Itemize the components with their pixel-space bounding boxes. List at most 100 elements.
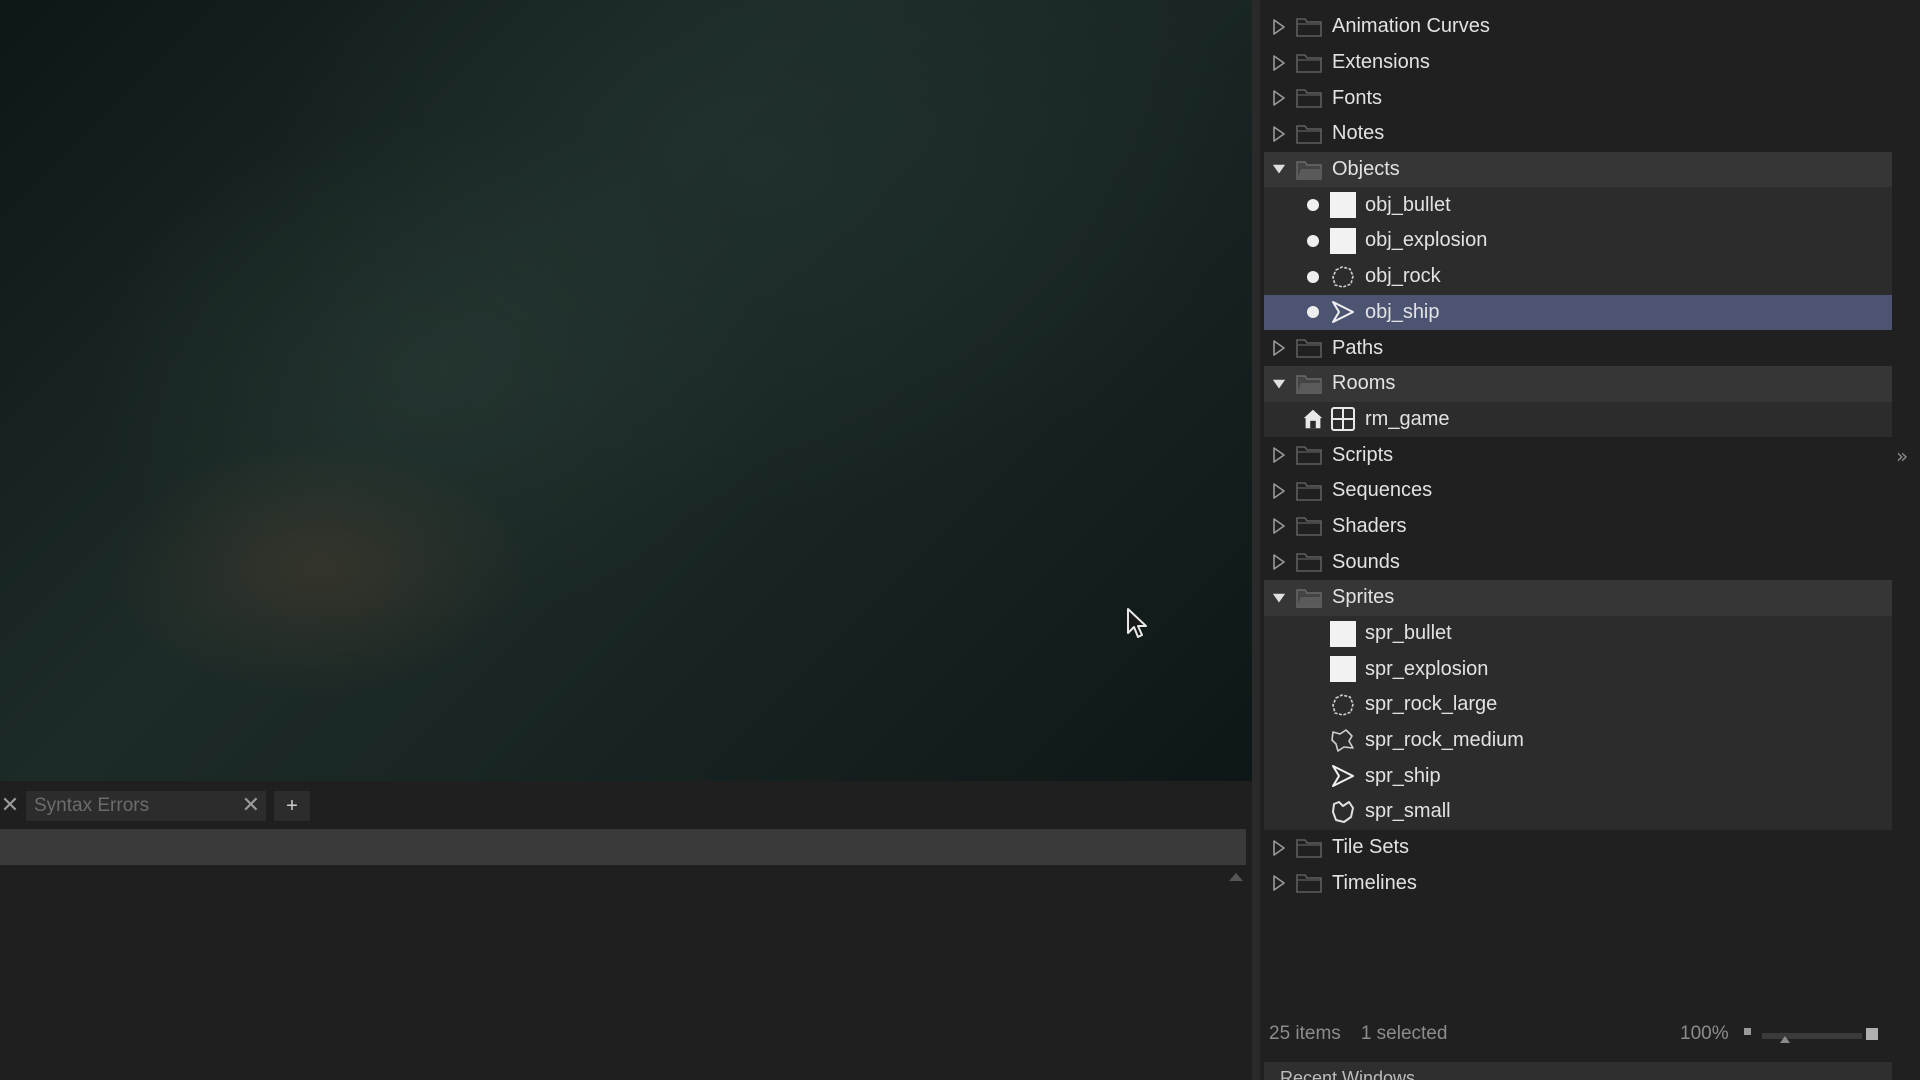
folder-shaders[interactable]: Shaders — [1264, 509, 1892, 545]
asset-item-obj-bullet[interactable]: obj_bullet — [1264, 187, 1892, 224]
folder-icon — [1296, 53, 1322, 73]
expand-arrow-icon — [1273, 126, 1285, 142]
expand-arrow-icon — [1273, 554, 1285, 570]
scroll-up-arrow-icon[interactable] — [1229, 873, 1243, 881]
folder-scripts[interactable]: Scripts — [1264, 437, 1892, 473]
folder-icon — [1296, 481, 1322, 501]
folder-fonts[interactable]: Fonts — [1264, 80, 1892, 116]
collapse-arrow-icon — [1272, 379, 1286, 389]
asset-tree: Animation Curves Extensions Fonts Notes Obje… — [1264, 9, 1892, 901]
asset-tree-label: Sprites — [1332, 586, 1395, 609]
asset-item-rm-game[interactable]: rm_game — [1264, 401, 1892, 438]
folder-icon — [1296, 446, 1322, 465]
object-bullet-icon — [1307, 270, 1319, 283]
asset-tree-label: Fonts — [1332, 86, 1383, 109]
asset-tree-label: spr_small — [1365, 800, 1451, 823]
folder-icon — [1296, 838, 1322, 858]
folder-expander[interactable] — [1272, 19, 1286, 35]
tab-syntax-errors[interactable]: Syntax Errors ✕ — [26, 791, 266, 821]
zoom-max-icon — [1866, 1028, 1878, 1040]
asset-item-spr-rock-large[interactable]: spr_rock_large — [1264, 687, 1892, 723]
white-square-icon — [1330, 227, 1356, 254]
asset-tree-label: spr_bullet — [1365, 622, 1452, 645]
expand-arrow-icon — [1273, 90, 1285, 107]
folder-timelines[interactable]: Timelines — [1264, 866, 1892, 902]
folder-expander[interactable] — [1272, 162, 1286, 178]
folder-expander[interactable] — [1272, 518, 1286, 535]
asset-item-spr-rock-medium[interactable]: spr_rock_medium — [1264, 722, 1892, 759]
workspace-canvas[interactable] — [0, 0, 1252, 781]
asset-tree-label: obj_ship — [1365, 300, 1440, 323]
folder-icon — [1296, 89, 1322, 109]
expand-arrow-icon — [1273, 839, 1285, 856]
folder-expander[interactable] — [1272, 54, 1286, 71]
folder-sprites[interactable]: Sprites — [1264, 580, 1892, 616]
folder-expander[interactable] — [1272, 376, 1286, 392]
panel-divider[interactable] — [1252, 0, 1260, 1080]
folder-sounds[interactable]: Sounds — [1264, 544, 1892, 580]
asset-tree-label: obj_bullet — [1365, 193, 1451, 216]
output-filter-bar[interactable] — [0, 829, 1246, 865]
folder-expander[interactable] — [1272, 482, 1286, 499]
zoom-thumb[interactable] — [1780, 1036, 1790, 1043]
folder-expander[interactable] — [1272, 554, 1286, 570]
asset-tree-label: Animation Curves — [1332, 15, 1490, 38]
asset-tree-label: obj_explosion — [1365, 229, 1488, 252]
status-selected-count: 1 selected — [1360, 1023, 1448, 1044]
expand-arrow-icon — [1273, 518, 1285, 535]
close-tab-icon[interactable]: ✕ — [242, 795, 260, 817]
folder-notes[interactable]: Notes — [1264, 116, 1892, 152]
rock-outline-icon — [1332, 265, 1354, 288]
zoom-track[interactable] — [1762, 1033, 1862, 1039]
asset-tree-label: spr_ship — [1365, 764, 1441, 787]
folder-expander[interactable] — [1272, 90, 1286, 107]
folder-tile-sets[interactable]: Tile Sets — [1264, 830, 1892, 866]
recent-windows-header[interactable]: Recent Windows — [1264, 1062, 1892, 1080]
rock-small-icon — [1332, 800, 1354, 823]
folder-animation-curves[interactable]: Animation Curves — [1264, 9, 1892, 45]
asset-tree-label: Sequences — [1332, 479, 1433, 502]
ide-window: ✕ Syntax Errors ✕ + Animation Curves Exte… — [0, 0, 1920, 1080]
object-bullet-icon — [1307, 199, 1319, 212]
asset-item-spr-bullet[interactable]: spr_bullet — [1264, 615, 1892, 652]
add-tab-button[interactable]: + — [274, 791, 310, 821]
asset-item-obj-rock[interactable]: obj_rock — [1264, 258, 1892, 295]
folder-objects[interactable]: Objects — [1264, 151, 1892, 188]
folder-expander[interactable] — [1272, 590, 1286, 606]
asset-item-spr-explosion[interactable]: spr_explosion — [1264, 651, 1892, 688]
asset-tree-label: Extensions — [1332, 51, 1430, 74]
folder-expander[interactable] — [1272, 447, 1286, 463]
folder-expander[interactable] — [1272, 340, 1286, 356]
folder-sequences[interactable]: Sequences — [1264, 473, 1892, 509]
expand-arrow-icon — [1273, 447, 1285, 463]
tab-syntax-errors-label: Syntax Errors — [34, 795, 150, 816]
ship-arrow-icon — [1332, 301, 1354, 324]
folder-icon — [1296, 339, 1322, 358]
expand-arrow-icon — [1273, 340, 1285, 356]
asset-item-obj-explosion[interactable]: obj_explosion — [1264, 223, 1892, 259]
mouse-cursor-icon — [1127, 608, 1147, 638]
rock-outline-icon — [1332, 694, 1354, 716]
asset-tree-label: spr_rock_medium — [1365, 729, 1524, 752]
object-bullet-icon — [1307, 306, 1319, 319]
folder-expander[interactable] — [1272, 875, 1286, 892]
folder-rooms[interactable]: Rooms — [1264, 365, 1892, 402]
asset-tree-label: spr_explosion — [1365, 657, 1489, 680]
folder-paths[interactable]: Paths — [1264, 330, 1892, 366]
folder-extensions[interactable]: Extensions — [1264, 45, 1892, 81]
asset-item-spr-small[interactable]: spr_small — [1264, 794, 1892, 830]
asset-tree-label: Tile Sets — [1332, 836, 1410, 859]
collapse-arrow-icon — [1272, 593, 1286, 603]
zoom-slider[interactable] — [1744, 1028, 1880, 1043]
asset-browser-status-bar: 25 items 1 selected 100% — [1260, 1016, 1900, 1052]
close-panel-icon[interactable]: ✕ — [0, 795, 20, 817]
asset-browser: Animation Curves Extensions Fonts Notes Obje… — [1260, 0, 1920, 1080]
white-square-icon — [1330, 656, 1356, 683]
folder-expander[interactable] — [1272, 126, 1286, 142]
asset-item-obj-ship[interactable]: obj_ship — [1264, 294, 1892, 331]
collapse-panel-chevron-icon[interactable]: » — [1896, 444, 1908, 468]
folder-expander[interactable] — [1272, 839, 1286, 856]
asset-tree-label: Objects — [1332, 158, 1400, 181]
folder-icon — [1296, 517, 1322, 537]
asset-item-spr-ship[interactable]: spr_ship — [1264, 758, 1892, 795]
